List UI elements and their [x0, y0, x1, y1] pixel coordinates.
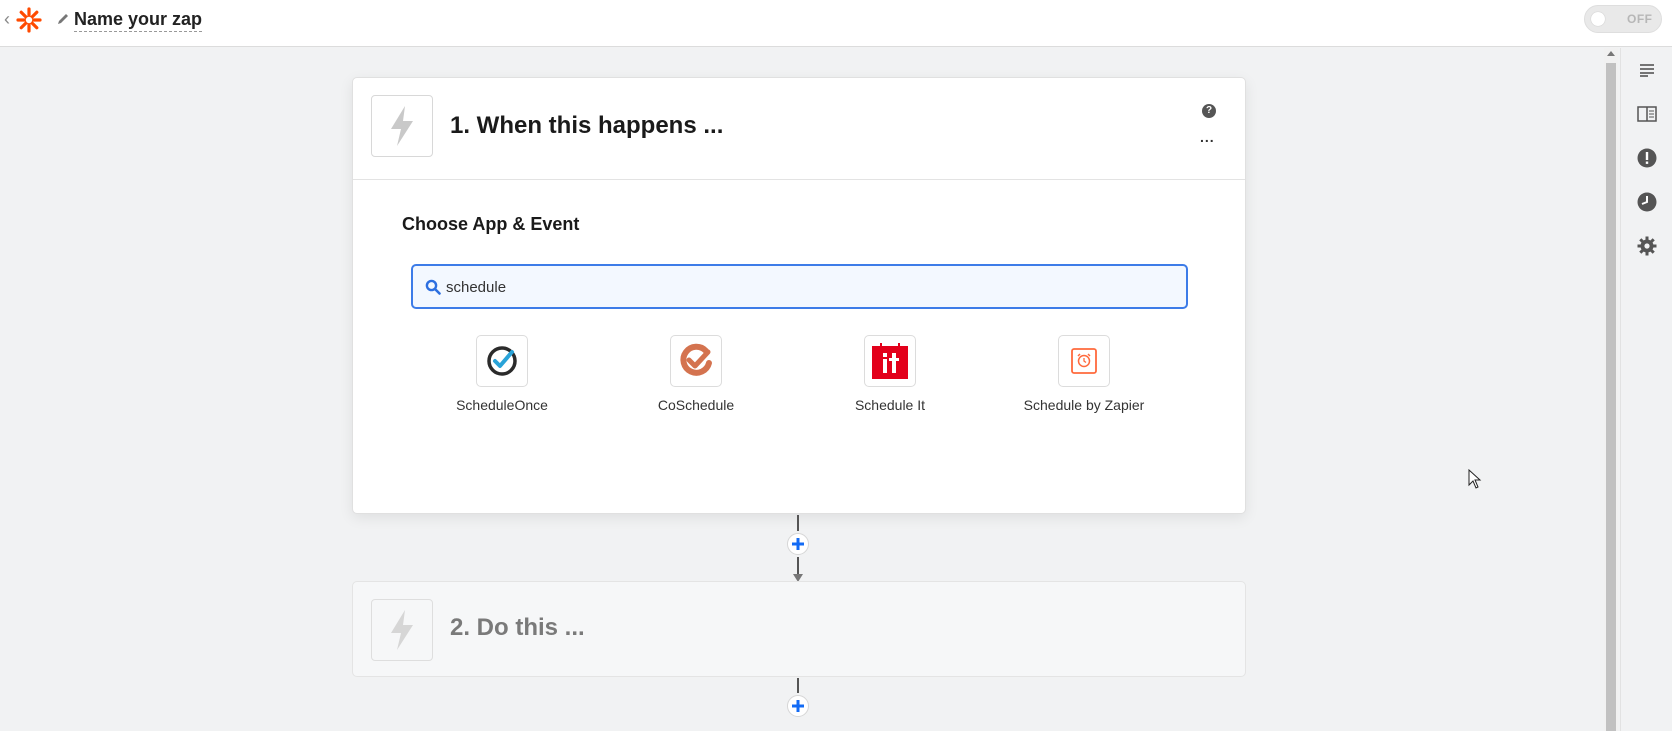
outline-icon[interactable]: [1635, 58, 1659, 82]
action-lightning-icon: [371, 599, 433, 661]
app-result-coschedule[interactable]: CoSchedule: [606, 335, 786, 415]
search-icon: [425, 279, 441, 295]
connector-line: [797, 515, 799, 531]
app-label: ScheduleOnce: [456, 397, 548, 413]
add-step-button[interactable]: [787, 695, 809, 717]
coschedule-check-icon: [670, 335, 722, 387]
app-results-list: ScheduleOnce CoSchedule Schedule It Sche…: [411, 335, 1188, 415]
book-icon[interactable]: [1635, 102, 1659, 126]
gear-icon[interactable]: [1635, 234, 1659, 258]
alert-icon[interactable]: [1635, 146, 1659, 170]
connector-line: [797, 678, 799, 693]
connector-line: [797, 557, 799, 574]
history-icon[interactable]: [1635, 190, 1659, 214]
plus-icon: [792, 700, 804, 712]
app-result-scheduleonce[interactable]: ScheduleOnce: [412, 335, 592, 415]
action-step-card[interactable]: 2. Do this ...: [352, 581, 1246, 677]
search-input[interactable]: [446, 272, 1166, 302]
app-label: Schedule by Zapier: [1023, 397, 1145, 413]
vertical-scrollbar[interactable]: [1604, 48, 1618, 731]
step-title: 1. When this happens ...: [450, 112, 724, 139]
zapier-logo-icon[interactable]: [16, 7, 42, 33]
help-icon[interactable]: ?: [1202, 104, 1216, 118]
schedule-it-logo-icon: [864, 335, 916, 387]
app-label: CoSchedule: [657, 397, 735, 413]
scheduleonce-check-icon: [476, 335, 528, 387]
app-label: Schedule It: [854, 397, 926, 413]
pencil-icon: [58, 14, 68, 24]
scrollbar-thumb[interactable]: [1606, 63, 1616, 731]
mouse-cursor-icon: [1468, 469, 1482, 489]
step-title: 2. Do this ...: [450, 614, 585, 641]
toggle-state-label: OFF: [1627, 12, 1653, 26]
right-sidebar: [1620, 48, 1672, 731]
alarm-clock-icon: [1058, 335, 1110, 387]
app-result-schedule-it[interactable]: Schedule It: [800, 335, 980, 415]
section-title: Choose App & Event: [402, 214, 580, 234]
app-result-schedule-by-zapier[interactable]: Schedule by Zapier: [994, 335, 1174, 415]
zap-name-field[interactable]: Name your zap: [74, 8, 203, 32]
trigger-step-card: 1. When this happens ... ? ... Choose Ap…: [352, 77, 1246, 514]
plus-icon: [792, 538, 804, 550]
toggle-knob: [1591, 12, 1605, 26]
trigger-step-header[interactable]: 1. When this happens ... ? ...: [353, 78, 1245, 180]
zap-on-off-toggle[interactable]: OFF: [1584, 5, 1662, 33]
scroll-up-arrow-icon[interactable]: [1607, 51, 1615, 56]
trigger-lightning-icon: [371, 95, 433, 157]
more-options-icon[interactable]: ...: [1200, 130, 1218, 144]
app-search-box[interactable]: [411, 264, 1188, 309]
add-step-button[interactable]: [787, 533, 809, 555]
top-bar: ‹ Name your zap OFF: [0, 0, 1672, 47]
